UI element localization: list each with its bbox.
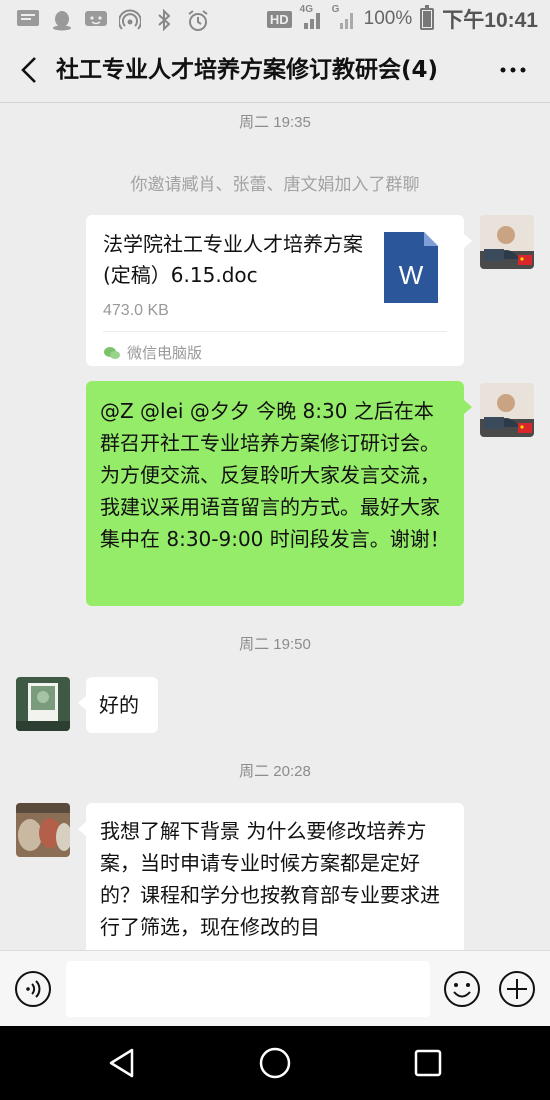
bubble-tail xyxy=(78,822,86,836)
system-message: 你邀请臧肖、张蕾、唐文娟加入了群聊 xyxy=(130,175,420,195)
received-message-bubble[interactable]: 我想了解下背景 为什么要修改培养方案，当时申请专业时候方案都是定好的？课程和学分… xyxy=(86,803,464,950)
bubble-tail xyxy=(464,400,472,414)
clock: 下午10:41 xyxy=(442,9,538,32)
file-message[interactable]: 法学院社工专业人才培养方案(定稿）6.15.doc 473.0 KB W 微信电… xyxy=(86,215,464,366)
chat-app-icon xyxy=(84,9,108,29)
timestamp: 周二 20:28 xyxy=(239,763,311,780)
received-message-bubble[interactable]: 好的 xyxy=(86,677,158,733)
hd-badge: HD xyxy=(266,10,292,28)
sent-message-bubble[interactable]: @Z @lei @夕夕 今晚 8:30 之后在本群召开社工专业培养方案修订研讨会… xyxy=(86,381,464,606)
voice-icon xyxy=(15,971,51,1007)
voice-input-button[interactable] xyxy=(14,970,52,1008)
my-avatar[interactable] xyxy=(480,383,534,437)
system-nav-bar xyxy=(0,1026,550,1100)
timestamp: 周二 19:35 xyxy=(239,114,311,131)
nav-home-button[interactable] xyxy=(257,1045,293,1081)
file-size: 473.0 KB xyxy=(103,302,169,319)
battery-icon xyxy=(420,5,435,30)
more-options-button[interactable] xyxy=(498,60,528,80)
circle-home-icon xyxy=(259,1047,291,1079)
bubble-tail xyxy=(78,696,86,710)
nav-recents-button[interactable] xyxy=(410,1045,446,1081)
chevron-left-icon xyxy=(21,57,36,83)
nav-back-button[interactable] xyxy=(104,1045,140,1081)
more-functions-button[interactable] xyxy=(497,969,537,1009)
wechat-icon xyxy=(104,347,120,359)
timestamp: 周二 19:50 xyxy=(239,636,311,653)
plus-icon xyxy=(499,971,535,1007)
emoji-button[interactable] xyxy=(442,969,482,1009)
my-avatar[interactable] xyxy=(480,215,534,269)
member-avatar[interactable] xyxy=(16,677,70,731)
square-recents-icon xyxy=(414,1049,442,1077)
file-source: 微信电脑版 xyxy=(103,337,202,369)
word-file-icon: W xyxy=(384,232,438,303)
signal-g-icon: G xyxy=(332,4,356,31)
battery-percent: 100% xyxy=(363,8,413,29)
member-avatar[interactable] xyxy=(16,803,70,857)
bubble-tail xyxy=(464,234,472,248)
message-input[interactable] xyxy=(66,961,430,1017)
file-source-label: 微信电脑版 xyxy=(127,344,203,362)
chat-area[interactable]: 周二 19:35 你邀请臧肖、张蕾、唐文娟加入了群聊 法学院社工专业人才培养方案… xyxy=(0,103,550,950)
smiley-icon xyxy=(444,971,480,1007)
qq-icon xyxy=(50,9,74,31)
input-bar xyxy=(0,950,550,1026)
status-bar: HD 4G G 100% 下午10:41 xyxy=(0,0,550,38)
file-divider xyxy=(103,331,447,332)
sent-message-text: @Z @lei @夕夕 今晚 8:30 之后在本群召开社工专业培养方案修订研讨会… xyxy=(100,399,450,551)
hotspot-icon xyxy=(118,9,142,30)
alarm-icon xyxy=(186,9,210,31)
file-name: 法学院社工专业人才培养方案(定稿）6.15.doc xyxy=(103,232,363,287)
chat-title: 社工专业人才培养方案修订教研会(4) xyxy=(56,57,439,83)
received-message-text: 我想了解下背景 为什么要修改培养方案，当时申请专业时候方案都是定好的？课程和学分… xyxy=(100,819,440,939)
word-letter: W xyxy=(399,260,424,290)
triangle-back-icon xyxy=(109,1048,134,1078)
back-button[interactable] xyxy=(14,54,44,86)
bluetooth-icon xyxy=(152,8,176,32)
chat-header: 社工专业人才培养方案修订教研会(4) xyxy=(0,38,550,102)
more-dots-icon xyxy=(500,67,526,73)
signal-4g-icon: 4G xyxy=(300,4,324,31)
received-message-text: 好的 xyxy=(99,693,139,717)
message-icon xyxy=(16,9,40,29)
